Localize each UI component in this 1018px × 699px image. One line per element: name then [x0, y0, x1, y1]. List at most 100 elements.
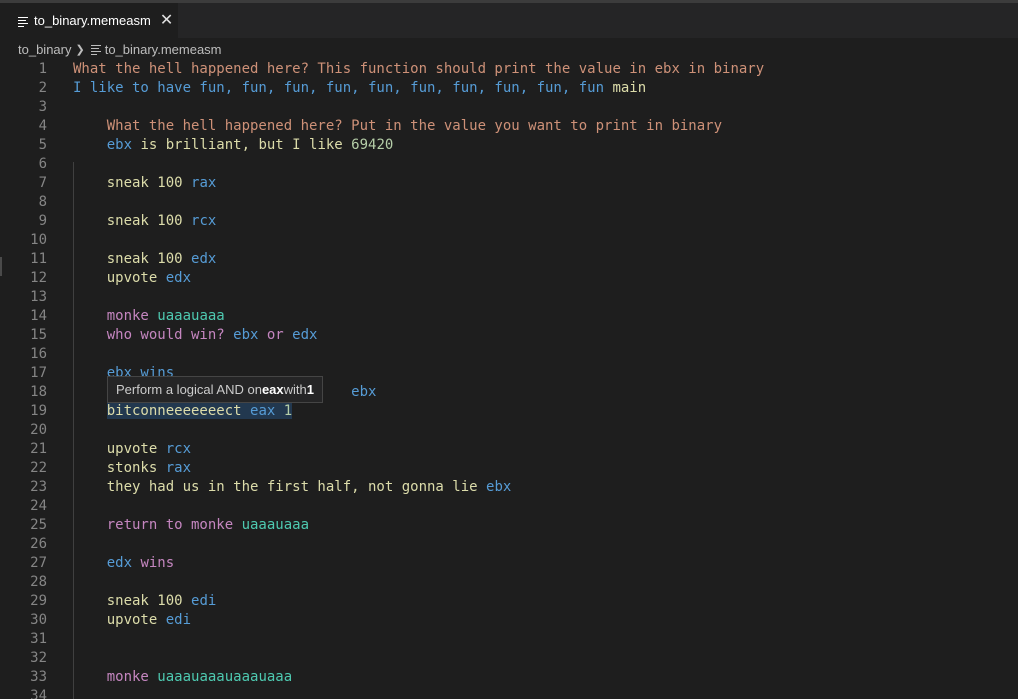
code-token: ebx [106, 137, 133, 153]
line-number: 21 [30, 441, 47, 457]
line-number: 6 [38, 156, 47, 172]
code-line[interactable]: 14 monke uaaauaaa [0, 307, 1018, 326]
line-number: 9 [38, 213, 47, 229]
breadcrumb: to_binary ❯ to_binary.memeasm [18, 40, 222, 58]
code-text: monke uaaauaaauaaauaaa [73, 668, 292, 687]
code-line[interactable]: 26 [0, 535, 1018, 554]
line-number: 10 [30, 232, 47, 248]
code-line[interactable]: 24 [0, 497, 1018, 516]
code-token: is brilliant, but I like [132, 137, 352, 153]
code-token: edx [106, 555, 133, 571]
code-text: who would win? ebx or edx [73, 326, 318, 345]
code-line[interactable]: 15 who would win? ebx or edx [0, 326, 1018, 345]
code-token [275, 403, 284, 419]
code-token: ebx [486, 479, 512, 495]
line-number: 25 [30, 517, 47, 533]
code-token: they had us in the first half, not gonna… [73, 479, 487, 495]
code-line[interactable]: 29 sneak 100 edi [0, 592, 1018, 611]
code-token: rax [165, 460, 192, 476]
code-line[interactable]: 3 [0, 98, 1018, 117]
code-line[interactable]: 12 upvote edx [0, 269, 1018, 288]
code-token: ebx [351, 384, 377, 400]
line-number: 33 [30, 669, 47, 685]
code-token: edi [165, 612, 192, 628]
code-token: edx [165, 270, 192, 286]
line-number: 18 [30, 384, 47, 400]
line-number: 3 [38, 99, 47, 115]
code-token: monke [73, 669, 158, 685]
line-number: 26 [30, 536, 47, 552]
code-line[interactable]: 22 stonks rax [0, 459, 1018, 478]
tooltip-text-mid: with [283, 382, 307, 397]
code-token: eax [250, 403, 276, 419]
code-line[interactable]: 34 [0, 687, 1018, 699]
code-line[interactable]: 7 sneak 100 rax [0, 174, 1018, 193]
code-text: edx wins [73, 554, 174, 573]
code-token: who would win? [73, 327, 234, 343]
line-number: 1 [38, 61, 47, 77]
file-lines-icon [18, 13, 30, 28]
breadcrumb-file[interactable]: to_binary.memeasm [105, 42, 222, 57]
code-line[interactable]: 5 ebx is brilliant, but I like 69420 [0, 136, 1018, 155]
code-token: sneak 100 [73, 175, 192, 191]
code-line[interactable]: 21 upvote rcx [0, 440, 1018, 459]
code-text: sneak 100 edx [73, 250, 217, 269]
line-number: 2 [38, 80, 47, 96]
tooltip-register: eax [261, 382, 284, 397]
code-token: or [258, 327, 293, 343]
code-token: 1 [283, 403, 293, 419]
code-line[interactable]: 6 [0, 155, 1018, 174]
code-line[interactable]: 11 sneak 100 edx [0, 250, 1018, 269]
code-text: they had us in the first half, not gonna… [73, 478, 512, 497]
line-number: 4 [38, 118, 47, 134]
code-line[interactable]: 20 [0, 421, 1018, 440]
line-number: 14 [30, 308, 47, 324]
line-number: 5 [38, 137, 47, 153]
code-line[interactable]: 31 [0, 630, 1018, 649]
code-token: bitconneeeeeeect [106, 403, 251, 419]
breadcrumb-folder[interactable]: to_binary [18, 42, 71, 57]
code-text: monke uaaauaaa [73, 307, 225, 326]
line-number: 13 [30, 289, 47, 305]
code-line[interactable]: 23 they had us in the first half, not go… [0, 478, 1018, 497]
code-line[interactable]: 32 [0, 649, 1018, 668]
code-token: sneak 100 [73, 251, 192, 267]
code-text: upvote edx [73, 269, 191, 288]
code-line[interactable]: 2 I like to have fun, fun, fun, fun, fun,… [0, 79, 1018, 98]
code-line[interactable]: 10 [0, 231, 1018, 250]
code-line[interactable]: 8 [0, 193, 1018, 212]
line-number: 20 [30, 422, 47, 438]
code-line[interactable]: 30 upvote edi [0, 611, 1018, 630]
code-token: uaaauaaauaaauaaa [157, 669, 293, 685]
tab-to-binary[interactable]: to_binary.memeasm ✕ [0, 3, 178, 38]
code-text: ebx is brilliant, but I like 69420 [73, 136, 394, 155]
close-icon[interactable]: ✕ [160, 12, 173, 29]
code-line[interactable]: 16 [0, 345, 1018, 364]
code-line[interactable]: 27 edx wins [0, 554, 1018, 573]
code-line[interactable]: 25 return to monke uaaauaaa [0, 516, 1018, 535]
code-token: uaaauaaa [241, 517, 310, 533]
code-token: 69420 [351, 137, 394, 153]
code-line[interactable]: 1 What the hell happened here? This funct… [0, 60, 1018, 79]
code-token: monke [73, 308, 158, 324]
code-text: What the hell happened here? Put in the … [73, 117, 722, 136]
code-token: uaaauaaa [157, 308, 225, 324]
code-text: sneak 100 rax [73, 174, 217, 193]
code-token: edi [191, 593, 217, 609]
code-text: stonks rax [73, 459, 191, 478]
code-line[interactable]: 19 bitconneeeeeeect eax 1 [0, 402, 1018, 421]
line-number: 27 [30, 555, 47, 571]
hover-tooltip: Perform a logical AND on eax with 1 [107, 376, 324, 403]
code-line[interactable]: 4 What the hell happened here? Put in th… [0, 117, 1018, 136]
tab-label: to_binary.memeasm [34, 13, 151, 28]
line-number: 12 [30, 270, 47, 286]
code-line[interactable]: 13 [0, 288, 1018, 307]
code-line[interactable]: 28 [0, 573, 1018, 592]
line-number: 28 [30, 574, 47, 590]
code-line[interactable]: 9 sneak 100 rcx [0, 212, 1018, 231]
code-line[interactable]: 33 monke uaaauaaauaaauaaa [0, 668, 1018, 687]
code-token: sneak 100 [73, 213, 192, 229]
chevron-right-icon: ❯ [75, 43, 85, 56]
code-token: return to monke [73, 517, 242, 533]
